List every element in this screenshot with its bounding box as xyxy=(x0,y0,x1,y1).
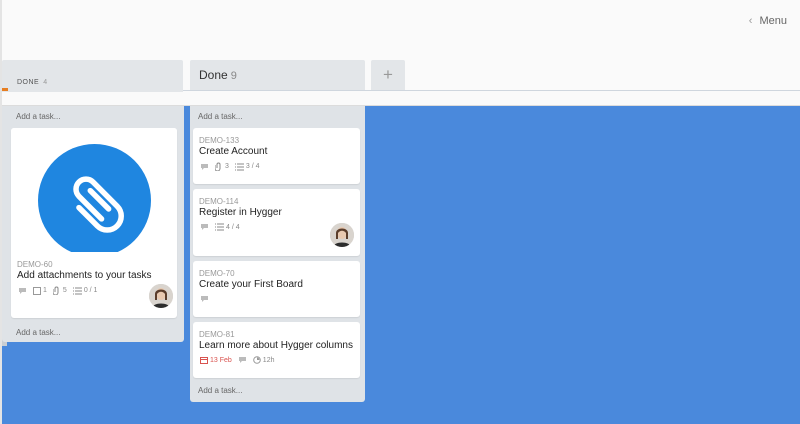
task-card-demo-133[interactable]: DEMO-133 Create Account 3 3 / 4 xyxy=(193,128,360,184)
task-meta: 4 / 4 xyxy=(200,223,240,231)
checks-count: 1 xyxy=(43,287,47,294)
task-id: DEMO-133 xyxy=(199,136,240,145)
task-meta xyxy=(200,295,209,303)
column-title: DONE xyxy=(17,79,40,86)
add-column-button[interactable]: + xyxy=(371,60,405,90)
task-card-demo-70[interactable]: DEMO-70 Create your First Board xyxy=(193,261,360,317)
task-title: Add attachments to your tasks xyxy=(17,270,152,281)
column-header-done-collapsed[interactable]: DONE 4 xyxy=(2,60,183,92)
paperclip-icon xyxy=(215,162,221,171)
calendar-icon xyxy=(200,357,208,364)
add-task-link-bottom[interactable]: Add a task... xyxy=(16,328,60,337)
attachments-count: 3 xyxy=(225,163,229,170)
task-id: DEMO-70 xyxy=(199,269,235,278)
task-meta: 1 5 0 / 1 xyxy=(18,286,97,295)
plus-icon: + xyxy=(383,65,393,84)
menu-button[interactable]: ‹ Menu xyxy=(749,15,787,27)
menu-label: Menu xyxy=(759,15,787,27)
attachments-count: 5 xyxy=(62,287,67,294)
task-title: Create Account xyxy=(199,146,268,157)
task-card-demo-81[interactable]: DEMO-81 Learn more about Hygger columns … xyxy=(193,322,360,378)
comment-icon xyxy=(238,356,247,364)
estimate: 12h xyxy=(262,356,275,364)
timer-icon xyxy=(252,356,261,364)
column-count: 4 xyxy=(43,79,48,86)
task-title: Create your First Board xyxy=(199,279,303,290)
comment-icon xyxy=(200,223,209,231)
column-header-done[interactable]: Done 9 xyxy=(190,60,365,90)
column-count: 9 xyxy=(230,70,237,82)
wip-indicator xyxy=(2,88,8,91)
attachment-preview xyxy=(11,128,177,252)
add-task-link-top[interactable]: Add a task... xyxy=(16,112,60,121)
subtasks-count: 3 / 4 xyxy=(245,163,260,170)
paperclip-icon xyxy=(73,176,124,233)
task-id: DEMO-60 xyxy=(17,260,53,269)
task-meta: 3 3 / 4 xyxy=(200,162,260,171)
task-meta: 13 Feb 12h xyxy=(200,356,274,364)
due-date: 13 Feb xyxy=(210,356,232,364)
top-bar: ‹ Menu xyxy=(0,0,800,60)
task-title: Register in Hygger xyxy=(199,207,282,218)
checklist-icon xyxy=(215,223,224,231)
comment-icon xyxy=(200,163,209,171)
chevron-left-icon: ‹ xyxy=(748,15,753,27)
subtasks-count: 0 / 1 xyxy=(83,287,98,294)
add-task-link-bottom[interactable]: Add a task... xyxy=(198,386,242,395)
add-task-link-top[interactable]: Add a task... xyxy=(198,112,242,121)
column-done-left: Add a task... DEMO-60 Add attachments to… xyxy=(2,106,184,342)
task-card-demo-60[interactable]: DEMO-60 Add attachments to your tasks 1 … xyxy=(11,128,177,318)
checklist-icon xyxy=(72,287,82,294)
checklist-icon xyxy=(234,163,244,170)
avatar xyxy=(330,223,354,247)
task-card-demo-114[interactable]: DEMO-114 Register in Hygger 4 / 4 xyxy=(193,189,360,256)
subtasks-count: 4 / 4 xyxy=(226,223,240,231)
avatar xyxy=(149,284,173,308)
comment-icon xyxy=(200,295,209,303)
task-id: DEMO-114 xyxy=(199,197,239,206)
paperclip-icon xyxy=(52,286,59,295)
attachment-circle xyxy=(38,144,151,252)
column-title: Done xyxy=(199,68,228,82)
task-title: Learn more about Hygger columns xyxy=(199,340,353,351)
checkbox-icon xyxy=(33,286,41,295)
comment-icon xyxy=(18,287,27,295)
column-done: Add a task... DEMO-133 Create Account 3 … xyxy=(190,106,365,402)
task-id: DEMO-81 xyxy=(199,330,235,339)
